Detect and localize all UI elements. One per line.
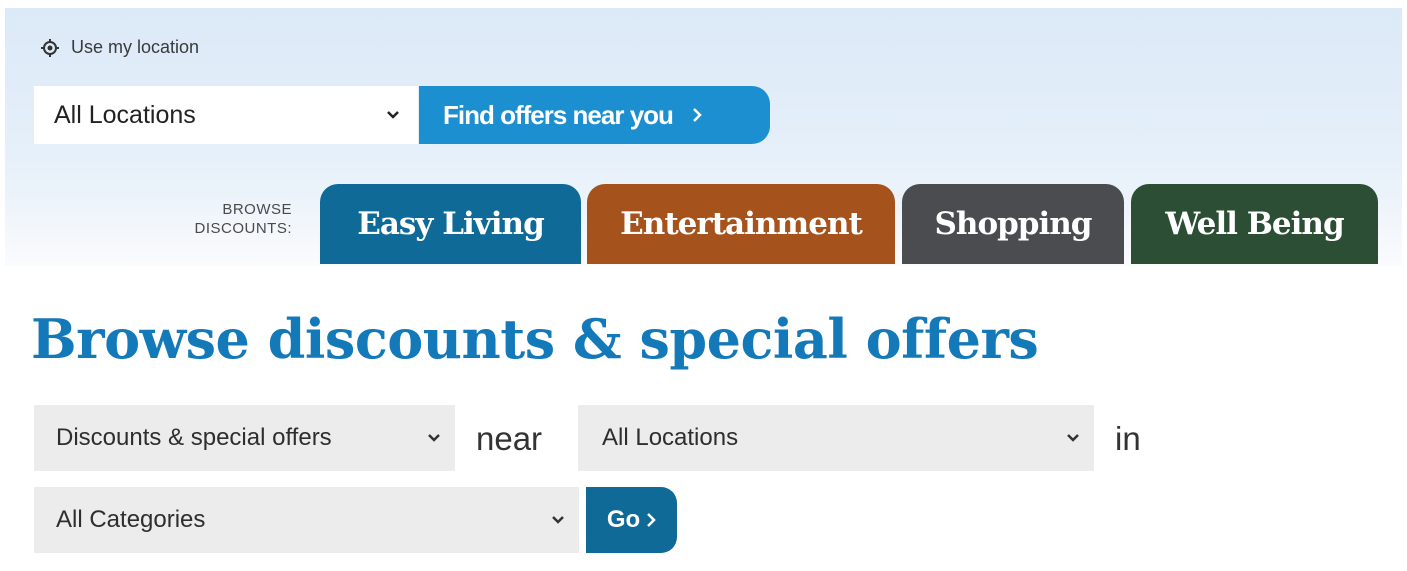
tab-easy-living[interactable]: Easy Living bbox=[320, 184, 581, 264]
browse-label-line1: BROWSE bbox=[222, 201, 292, 218]
chevron-right-icon bbox=[647, 513, 656, 527]
offer-type-select[interactable]: Discounts & special offers bbox=[34, 405, 455, 471]
header-location-select[interactable]: All Locations bbox=[34, 86, 418, 144]
location-select[interactable]: All Locations bbox=[578, 405, 1094, 471]
browse-label-line2: DISCOUNTS: bbox=[194, 220, 292, 237]
category-select-value: All Categories bbox=[56, 506, 206, 533]
chevron-down-icon bbox=[552, 516, 564, 524]
chevron-down-icon bbox=[428, 434, 440, 442]
browse-discounts-label: BROWSE DISCOUNTS: bbox=[140, 200, 292, 238]
near-label: near bbox=[476, 420, 543, 457]
tab-shopping[interactable]: Shopping bbox=[902, 184, 1124, 264]
use-my-location-link[interactable]: Use my location bbox=[40, 37, 199, 58]
chevron-down-icon bbox=[387, 111, 399, 119]
chevron-down-icon bbox=[1067, 434, 1079, 442]
go-button[interactable]: Go bbox=[586, 487, 677, 553]
in-label: in bbox=[1115, 420, 1141, 457]
go-label: Go bbox=[606, 506, 641, 533]
offer-type-select-value: Discounts & special offers bbox=[56, 424, 332, 451]
find-offers-label: Find offers near you bbox=[443, 99, 674, 130]
use-my-location-label: Use my location bbox=[71, 37, 200, 57]
find-offers-button[interactable]: Find offers near you bbox=[419, 86, 770, 144]
tab-well-being[interactable]: Well Being bbox=[1131, 184, 1378, 264]
category-select[interactable]: All Categories bbox=[34, 487, 579, 553]
location-select-value: All Locations bbox=[602, 424, 739, 451]
page-title: Browse discounts & special offers bbox=[31, 307, 1039, 371]
header-location-select-value: All Locations bbox=[54, 100, 196, 129]
tab-entertainment[interactable]: Entertainment bbox=[587, 184, 895, 264]
location-target-icon bbox=[41, 38, 59, 57]
chevron-right-icon bbox=[693, 108, 702, 122]
